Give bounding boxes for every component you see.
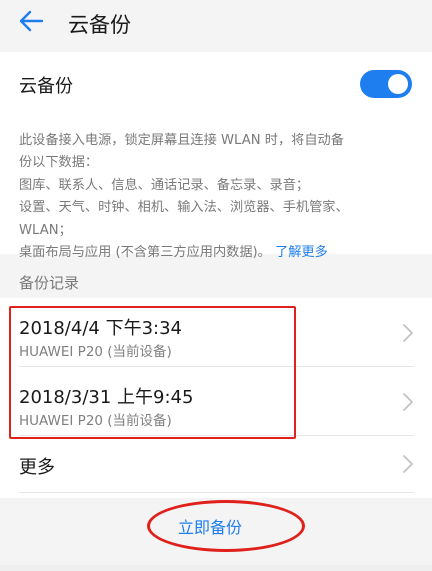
backup-description: 此设备接入电源，锁定屏幕且连接 WLAN 时，将自动备 份以下数据： 图库、联系…: [19, 130, 417, 264]
chevron-right-icon: [403, 455, 413, 473]
backup-record-item[interactable]: 2018/3/31 上午9:45 HUAWEI P20 (当前设备): [0, 367, 432, 435]
page-title: 云备份: [68, 13, 131, 37]
record-device: HUAWEI P20 (当前设备): [19, 344, 172, 360]
description-line-last: 桌面布局与应用 (不含第三方应用内数据)。 了解更多: [19, 242, 417, 264]
divider: [19, 492, 414, 493]
chevron-right-icon: [403, 324, 413, 342]
description-line: 份以下数据：: [19, 155, 99, 171]
more-label: 更多: [19, 457, 55, 478]
backup-records-header: 备份记录: [0, 264, 432, 298]
toggle-knob: [388, 74, 408, 94]
cloud-backup-toggle-label: 云备份: [19, 76, 73, 97]
record-device: HUAWEI P20 (当前设备): [19, 413, 172, 429]
backup-record-item[interactable]: 2018/4/4 下午3:34 HUAWEI P20 (当前设备): [0, 298, 432, 366]
description-last-text: 桌面布局与应用 (不含第三方应用内数据)。: [19, 245, 271, 261]
section-title: 备份记录: [19, 274, 80, 292]
top-bar: 云备份: [0, 0, 432, 44]
description-line: 此设备接入电源，锁定屏幕且连接 WLAN 时，将自动备: [19, 133, 344, 148]
back-button[interactable]: [14, 6, 48, 36]
chevron-right-icon: [403, 393, 413, 411]
cloud-backup-toggle[interactable]: [360, 70, 412, 98]
bottom-edge: [0, 565, 432, 571]
learn-more-link[interactable]: 了解更多: [275, 245, 328, 260]
arrow-left-icon: [19, 10, 44, 32]
record-time: 2018/4/4 下午3:34: [19, 318, 182, 339]
cloud-backup-settings-card: 云备份 此设备接入电源，锁定屏幕且连接 WLAN 时，将自动备 份以下数据： 图…: [0, 52, 432, 260]
backup-now-button[interactable]: 立即备份: [178, 514, 242, 538]
description-line: 图库、联系人、信息、通话记录、备忘录、录音；: [19, 177, 310, 193]
more-records-row[interactable]: 更多: [0, 436, 432, 492]
record-time: 2018/3/31 上午9:45: [19, 387, 194, 408]
description-line: WLAN；: [19, 222, 72, 238]
backup-records-list: 2018/4/4 下午3:34 HUAWEI P20 (当前设备) 2018/3…: [0, 298, 432, 498]
description-line: 设置、天气、时钟、相机、输入法、浏览器、手机管家、: [19, 200, 349, 216]
